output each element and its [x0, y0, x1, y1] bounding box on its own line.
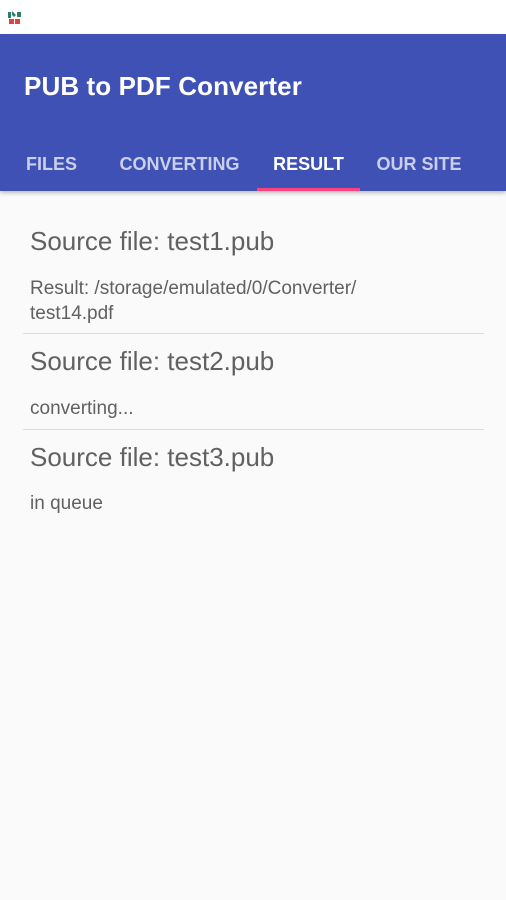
app-title: PUB to PDF Converter — [24, 71, 302, 101]
result-status: Result: /storage/emulated/0/Converter/ t… — [30, 278, 357, 324]
app-logo-icon — [7, 9, 22, 25]
status-bar — [0, 0, 506, 34]
result-status: in queue — [30, 493, 103, 514]
app-bar: PUB to PDF Converter FILES CONVERTING RE… — [0, 34, 506, 191]
source-file-title: Source file: test1.pub — [30, 226, 275, 256]
result-status: converting... — [30, 398, 134, 419]
source-file-title: Source file: test3.pub — [30, 442, 275, 472]
list-item[interactable]: Source file: test1.pub Result: /storage/… — [23, 191, 484, 334]
tab-result[interactable]: RESULT — [257, 138, 360, 191]
list-item[interactable]: Source file: test2.pub converting... — [23, 334, 484, 430]
tab-converting[interactable]: CONVERTING — [103, 138, 256, 191]
tab-our-site[interactable]: OUR SITE — [360, 138, 478, 191]
source-file-title: Source file: test2.pub — [30, 346, 275, 376]
tab-bar: FILES CONVERTING RESULT OUR SITE — [0, 138, 506, 191]
tab-files[interactable]: FILES — [0, 138, 103, 191]
list-item[interactable]: Source file: test3.pub in queue — [23, 430, 484, 526]
